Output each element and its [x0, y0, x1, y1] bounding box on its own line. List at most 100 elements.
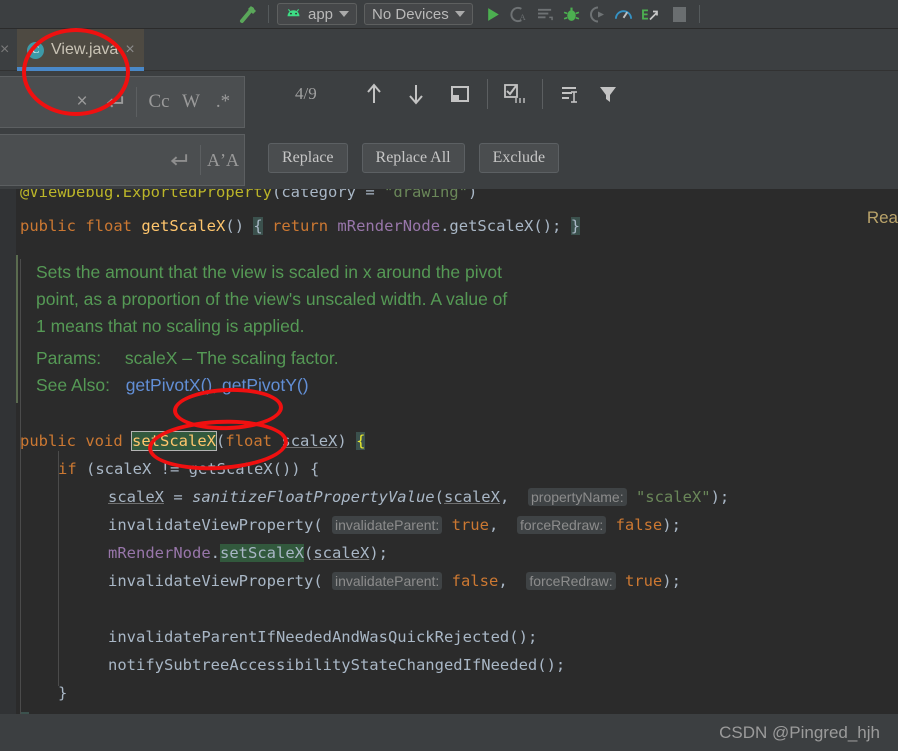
indent-guide-level-2	[58, 451, 59, 686]
param-hint-forceredraw: forceRedraw:	[526, 572, 616, 590]
param-hint-forceredraw: forceRedraw:	[516, 516, 607, 534]
invalidate1-call: invalidateViewProperty	[108, 516, 314, 534]
main-toolbar: app No Devices A E	[0, 0, 898, 29]
tab-close-icon[interactable]: ×	[125, 42, 134, 58]
replace-button[interactable]: Replace	[268, 143, 348, 173]
quickrejected-end: ();	[509, 628, 538, 646]
ide-window: app No Devices A E × C View.java × × Cc …	[0, 0, 898, 751]
preserve-case-toggle[interactable]: AʼA	[207, 143, 239, 177]
select-all-occurrences-icon[interactable]	[498, 77, 532, 111]
debug-icon[interactable]	[559, 2, 585, 26]
sig-return-type: void	[85, 432, 123, 450]
tab-strip-close-icon[interactable]: ×	[0, 42, 12, 58]
rendernode-end: );	[369, 544, 389, 562]
sig-param-name: scaleX	[281, 432, 338, 450]
build-hammer-icon[interactable]	[236, 2, 262, 26]
find-row: × Cc W .* 4/9	[0, 73, 898, 131]
code-editor[interactable]: @ViewDebug.ExportedProperty(category = "…	[0, 189, 898, 714]
replace-button-label: Replace	[282, 149, 334, 166]
run-icon[interactable]	[481, 2, 507, 26]
sig-modifier: public	[20, 432, 76, 450]
javadoc-body-line-3: 1 means that no scaling is applied.	[36, 316, 305, 336]
search-input-zone[interactable]: × Cc W .*	[0, 76, 245, 128]
code-line-invalidate-1: invalidateViewProperty( invalidateParent…	[0, 511, 898, 539]
find-next-icon[interactable]	[399, 77, 433, 111]
rendernode-argument: scaleX	[313, 544, 370, 562]
sig-brace-open: {	[356, 432, 366, 450]
rendernode-setscalex-highlighted: setScaleX	[220, 544, 304, 562]
tab-view-java[interactable]: C View.java ×	[17, 29, 144, 71]
regex-toggle[interactable]: .*	[208, 85, 238, 119]
getter-field: mRenderNode	[337, 217, 441, 235]
watermark-text: CSDN @Pingred_hjh	[719, 723, 880, 742]
find-divider	[486, 79, 488, 109]
param-hint-invalidateparent: invalidateParent:	[332, 572, 443, 590]
code-line-assign: scaleX = sanitizeFloatPropertyValue(scal…	[0, 483, 898, 511]
annotation-dot: .	[113, 189, 123, 201]
javadoc-body-line-2: point, as a proportion of the view's uns…	[36, 289, 508, 309]
replace-all-button[interactable]: Replace All	[361, 143, 465, 173]
new-line-icon[interactable]	[163, 143, 193, 177]
javadoc-seealso-separator: ,	[212, 375, 222, 395]
getter-open-brace: {	[253, 217, 263, 235]
device-label: No Devices	[372, 5, 449, 23]
if-condition: (scaleX != getScaleX()) {	[76, 460, 320, 478]
toolbar-divider-right	[698, 5, 700, 23]
getter-modifier: public	[20, 217, 76, 235]
code-analyze-icon[interactable]: A	[507, 2, 533, 26]
javadoc-seealso-link-pivoty[interactable]: getPivotY()	[222, 375, 309, 395]
clear-search-icon[interactable]: ×	[67, 85, 97, 119]
android-icon	[287, 8, 300, 16]
replace-input-zone[interactable]: AʼA	[0, 134, 245, 186]
match-count: 4/9	[295, 84, 317, 103]
getter-close-brace: }	[570, 217, 581, 235]
filter-icon[interactable]	[591, 77, 625, 111]
tab-label: View.java	[51, 41, 119, 58]
assign-equals: =	[164, 488, 192, 506]
new-line-icon[interactable]	[99, 85, 129, 119]
profile-run-icon[interactable]	[585, 2, 611, 26]
assign-method-call: sanitizeFloatPropertyValue	[192, 488, 435, 506]
stop-icon[interactable]	[667, 2, 693, 26]
annotation-at: @	[20, 189, 30, 201]
editor-tab-bar: × C View.java ×	[0, 29, 898, 71]
run-with-coverage-icon[interactable]: E	[637, 2, 663, 26]
profiler-gauge-icon[interactable]	[611, 2, 637, 26]
run-config-label: app	[308, 5, 334, 23]
device-selector[interactable]: No Devices	[364, 3, 473, 25]
invalidate2-value-1: false	[451, 572, 499, 590]
rendernode-dot: .	[210, 544, 220, 562]
getter-type: float	[85, 217, 133, 235]
notifysubtree-call: notifySubtreeAccessibilityStateChangedIf…	[108, 656, 538, 674]
replace-row: AʼA Replace Replace All Exclude	[0, 131, 898, 189]
code-line-close-outer: }	[0, 707, 898, 714]
app-inspection-icon[interactable]	[533, 2, 559, 26]
annotation-value: "drawing"	[383, 189, 468, 201]
words-toggle[interactable]: W	[176, 85, 206, 119]
open-in-find-window-icon[interactable]	[443, 77, 477, 111]
sig-method-name-highlighted: setScaleX	[131, 431, 218, 451]
find-prev-icon[interactable]	[357, 77, 391, 111]
getter-return-keyword: return	[272, 217, 329, 235]
find-nav-group: 4/9	[295, 77, 625, 111]
code-line-getter: public float getScaleX() { return mRende…	[0, 212, 898, 240]
javadoc-rendered-doc: Sets the amount that the view is scaled …	[16, 255, 656, 403]
exclude-button[interactable]: Exclude	[478, 143, 560, 173]
find-in-selection-icon[interactable]	[553, 77, 587, 111]
indent-guide-level-1	[20, 259, 21, 714]
assign-argument: scaleX	[443, 488, 500, 506]
invalidate1-value-2: false	[615, 516, 663, 534]
editor-right-hint: Rea	[866, 208, 898, 227]
javadoc-params-row: Params: scaleX – The scaling factor.	[36, 345, 656, 372]
code-line-notifysubtree: notifySubtreeAccessibilityStateChangedIf…	[0, 651, 898, 679]
run-configuration-selector[interactable]: app	[277, 3, 358, 25]
chevron-down-icon	[339, 11, 350, 17]
invalidate1-value-1: true	[451, 516, 489, 534]
match-case-toggle[interactable]: Cc	[144, 85, 174, 119]
find-replace-toolbar: × Cc W .* 4/9 AʼA Replace Replace All Ex…	[0, 71, 898, 189]
invalidate2-paren: (	[313, 572, 323, 590]
getter-parens: ()	[225, 217, 245, 235]
javadoc-params-value: scaleX – The scaling factor.	[124, 348, 339, 368]
svg-text:A: A	[520, 12, 527, 22]
javadoc-seealso-link-pivotx[interactable]: getPivotX()	[126, 375, 213, 395]
